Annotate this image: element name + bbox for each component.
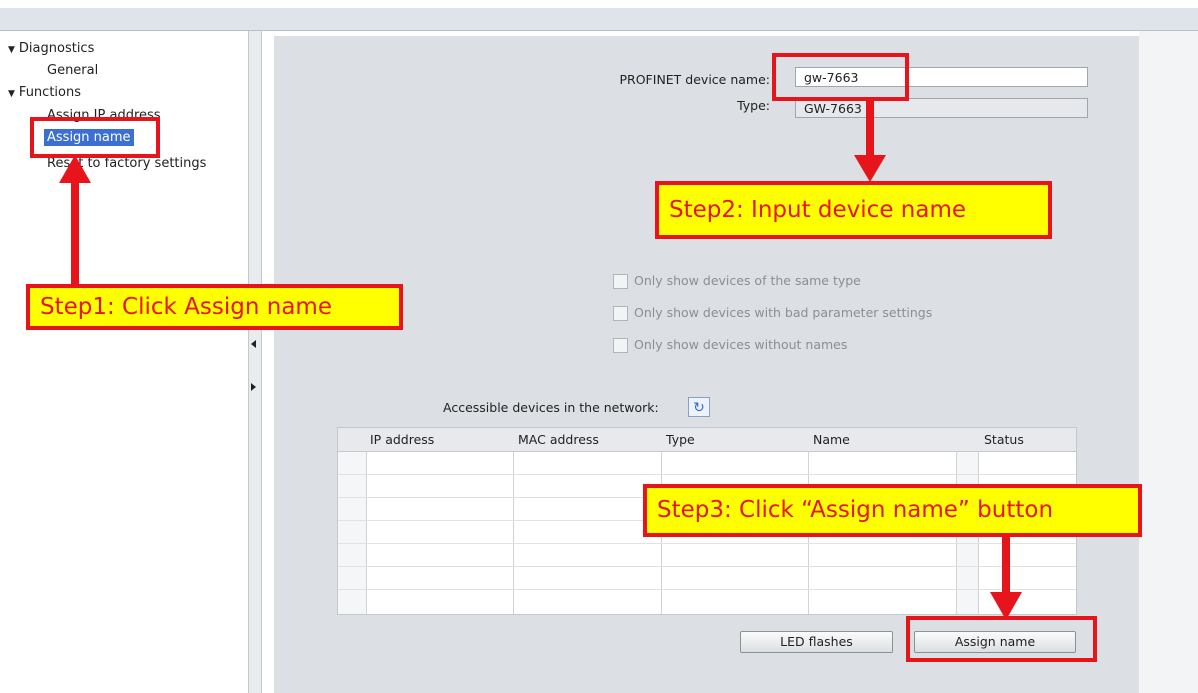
filter-bad-parameters-checkbox[interactable]: Only show devices with bad parameter set… (613, 305, 932, 321)
collapse-left-icon[interactable] (251, 340, 256, 348)
arrow-down-icon (854, 100, 886, 182)
expand-right-icon[interactable] (251, 383, 256, 391)
arrow-down-icon (990, 535, 1022, 620)
step3-callout: Step3: Click “Assign name” button (643, 484, 1142, 537)
checkbox-icon[interactable] (613, 306, 628, 321)
checkbox-icon[interactable] (613, 274, 628, 289)
top-toolbar (0, 0, 1198, 31)
device-name-label: PROFINET device name: (619, 72, 771, 87)
accessible-devices-label: Accessible devices in the network: (443, 400, 659, 415)
tree-item-general[interactable]: General (47, 63, 98, 78)
expand-triangle-icon[interactable]: ▼ (8, 89, 15, 99)
tree-item-diagnostics[interactable]: ▼ Diagnostics (8, 41, 94, 56)
type-field: GW-7663 (795, 98, 1088, 118)
right-margin (1139, 31, 1198, 693)
highlight-device-name-field (772, 53, 909, 101)
column-header-name[interactable]: Name (809, 428, 850, 451)
type-label: Type: (737, 98, 770, 113)
refresh-icon[interactable]: ↻ (688, 397, 710, 417)
expand-triangle-icon[interactable]: ▼ (8, 45, 15, 55)
highlight-assign-name-button (906, 616, 1097, 662)
filter-without-names-checkbox[interactable]: Only show devices without names (613, 337, 847, 353)
table-header: IP address MAC address Type Name Status (338, 428, 1076, 452)
step2-callout: Step2: Input device name (655, 181, 1052, 239)
column-header-type[interactable]: Type (662, 428, 695, 451)
column-header-status[interactable]: Status (980, 428, 1024, 451)
column-header-mac-address[interactable]: MAC address (514, 428, 599, 451)
filter-same-type-checkbox[interactable]: Only show devices of the same type (613, 273, 861, 289)
step1-callout: Step1: Click Assign name (26, 284, 403, 330)
arrow-up-icon (59, 155, 91, 290)
checkbox-icon[interactable] (613, 338, 628, 353)
column-header-ip-address[interactable]: IP address (366, 428, 434, 451)
panel-splitter[interactable] (248, 31, 262, 693)
tree-item-functions[interactable]: ▼ Functions (8, 85, 81, 100)
highlight-assign-name-item (30, 117, 160, 158)
led-flashes-button[interactable]: LED flashes (740, 631, 893, 653)
